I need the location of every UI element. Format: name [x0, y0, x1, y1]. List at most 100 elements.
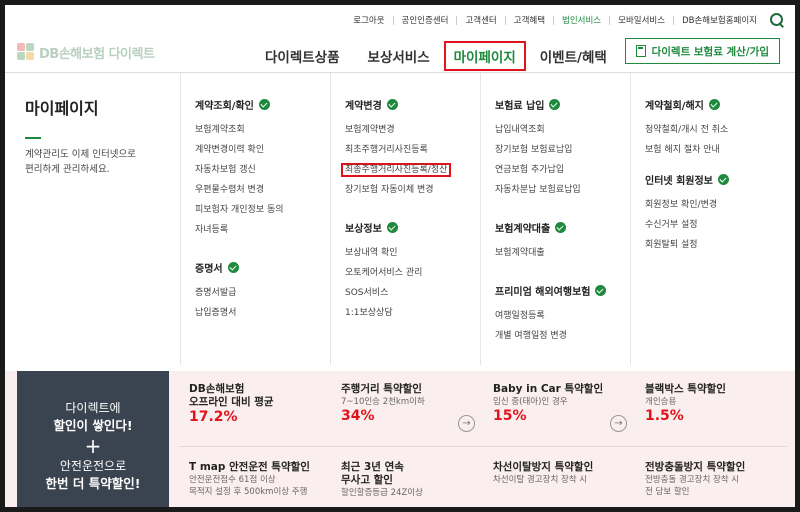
menu-column-2: 계약변경 보험계약변경 최초주행거리사진등록 최종주행거리사진등록/정산 장기보…	[330, 73, 480, 365]
discount-grid: DB손해보험 오프라인 대비 평균 17.2% 주행거리 특약할인 7~10인승…	[179, 371, 787, 507]
arrow-right-icon[interactable]: →	[610, 415, 627, 432]
discount-card[interactable]: DB손해보험 오프라인 대비 평균 17.2%	[179, 377, 329, 445]
divider	[456, 15, 458, 25]
menu-item[interactable]: 납입내역조회	[495, 120, 630, 140]
check-circle-icon	[717, 174, 729, 185]
group-title: 보험계약대출	[495, 224, 551, 235]
menu-item-final-mileage[interactable]: 최종주행거리사진등록/정산	[341, 160, 480, 180]
mypage-desc-2: 편리하게 관리하세요.	[25, 164, 110, 175]
menu-item[interactable]: 우편물수령처 변경	[195, 180, 330, 200]
db-homepage-link[interactable]: DB손해보험홈페이지	[676, 14, 763, 26]
nav-claims-service[interactable]: 보상서비스	[354, 46, 444, 66]
menu-item[interactable]: 회원정보 확인/변경	[645, 195, 790, 215]
menu-item[interactable]: 최초주행거리사진등록	[345, 140, 480, 160]
menu-item[interactable]: 청약철회/개시 전 취소	[645, 120, 790, 140]
discount-card[interactable]: 블랙박스 특약할인 개인승용 1.5%	[635, 377, 785, 445]
menu-item[interactable]: 여행일정등록	[495, 306, 630, 326]
calculator-icon	[635, 45, 646, 57]
grid-divider	[179, 446, 787, 447]
group-travel-insurance[interactable]: 프리미엄 해외여행보험	[495, 283, 630, 298]
menu-item[interactable]: 자동차분납 보험료납입	[495, 180, 630, 200]
discount-promo-banner: 다이렉트에 할인이 쌓인다! + 안전운전으로 한번 더 특약할인! DB손해보…	[5, 371, 795, 507]
discount-card[interactable]: 차선이탈방지 특약할인 차선이탈 경고장치 장착 시	[483, 455, 633, 507]
menu-item[interactable]: 오토케어서비스 관리	[345, 263, 480, 283]
card-title-2: 오프라인 대비 평균	[189, 396, 274, 408]
menu-item[interactable]: 수신거부 설정	[645, 215, 790, 235]
mypage-desc-1: 계약관리도 이제 인터넷으로	[25, 149, 136, 160]
menu-item[interactable]: 납입증명서	[195, 303, 330, 323]
menu-item[interactable]: 연금보험 추가납입	[495, 160, 630, 180]
menu-item-label: 최종주행거리사진등록/정산	[341, 163, 452, 177]
menu-item[interactable]: 자동차보험 갱신	[195, 160, 330, 180]
check-circle-icon	[549, 99, 561, 110]
group-title: 계약변경	[345, 101, 382, 112]
premium-calc-button[interactable]: 다이렉트 보험료 계산/가입	[624, 38, 780, 64]
search-icon[interactable]	[769, 12, 785, 28]
group-title: 증명서	[195, 264, 223, 275]
group-policy-loan[interactable]: 보험계약대출	[495, 220, 630, 235]
promo-line-2-text: 할인이 쌓인다!	[53, 418, 133, 433]
menu-item[interactable]: 회원탈퇴 설정	[645, 235, 790, 255]
menu-item[interactable]: SOS서비스	[345, 283, 480, 303]
mobile-service-link[interactable]: 모바일서비스	[612, 14, 671, 26]
group-member-info[interactable]: 인터넷 회원정보	[645, 172, 790, 187]
group-title: 계약철회/해지	[645, 101, 704, 112]
promo-line-2: 할인이 쌓인다!	[17, 417, 169, 435]
menu-item[interactable]: 장기보험 보험료납입	[495, 140, 630, 160]
discount-card[interactable]: Baby in Car 특약할인 임신 중(태아)인 경우 15% →	[483, 377, 633, 445]
logout-link[interactable]: 로그아웃	[347, 14, 390, 26]
logo[interactable]: DB손해보험 다이렉트	[17, 39, 167, 65]
title-underline	[25, 137, 41, 139]
discount-card[interactable]: 최근 3년 연속 무사고 할인 할인할증등급 24Z이상	[331, 455, 481, 507]
nav-events[interactable]: 이벤트/혜택	[526, 46, 621, 66]
menu-item[interactable]: 보험계약조회	[195, 120, 330, 140]
group-cancellation[interactable]: 계약철회/해지	[645, 97, 790, 112]
menu-item[interactable]: 개별 여행일정 변경	[495, 326, 630, 346]
promo-line-3: 안전운전으로	[59, 459, 127, 473]
divider	[609, 15, 611, 25]
arrow-right-icon[interactable]: →	[458, 415, 475, 432]
menu-item[interactable]: 자녀등록	[195, 220, 330, 240]
mypage-intro: 마이페이지 계약관리도 이제 인터넷으로 편리하게 관리하세요.	[25, 95, 175, 177]
menu-item[interactable]: 장기보험 자동이체 변경	[345, 180, 480, 200]
card-title: T map 안전운전 특약할인	[189, 461, 310, 473]
group-claims-info[interactable]: 보상정보	[345, 220, 480, 235]
menu-item[interactable]: 보상내역 확인	[345, 243, 480, 263]
card-sub: 7~10인승 2천km이하	[341, 397, 425, 407]
menu-item[interactable]: 보험계약대출	[495, 243, 630, 263]
group-contract-inquiry[interactable]: 계약조회/확인	[195, 97, 330, 112]
card-sub: 전방충돌 경고장치 장착 시	[645, 475, 740, 485]
menu-item[interactable]: 보험계약변경	[345, 120, 480, 140]
customer-center-link[interactable]: 고객센터	[459, 14, 502, 26]
menu-item[interactable]: 피보험자 개인정보 동의	[195, 200, 330, 220]
group-contract-change[interactable]: 계약변경	[345, 97, 480, 112]
menu-item[interactable]: 1:1보상상담	[345, 303, 480, 323]
browser-frame: 로그아웃 공인인증센터 고객센터 고객혜택 법인서비스 모바일서비스 DB손해보…	[5, 5, 795, 507]
card-title: 차선이탈방지 특약할인	[493, 461, 594, 473]
customer-benefit-link[interactable]: 고객혜택	[508, 14, 551, 26]
group-certificates[interactable]: 증명서	[195, 260, 330, 275]
card-sub-2: 목적지 설정 후 500km이상 주행	[189, 487, 308, 497]
card-percent: 17.2%	[189, 409, 238, 425]
check-circle-icon	[555, 222, 567, 233]
check-circle-icon	[227, 262, 239, 273]
card-sub: 안전운전점수 61점 이상	[189, 475, 276, 485]
divider	[392, 15, 394, 25]
mypage-mega-menu: 마이페이지 계약관리도 이제 인터넷으로 편리하게 관리하세요. 계약조회/확인…	[5, 73, 795, 371]
menu-item[interactable]: 계약변경이력 확인	[195, 140, 330, 160]
main-nav: 다이렉트상품 보상서비스 마이페이지 이벤트/혜택	[251, 41, 621, 71]
menu-item[interactable]: 보험 해지 절차 안내	[645, 140, 790, 160]
nav-direct-products[interactable]: 다이렉트상품	[251, 46, 354, 66]
discount-card[interactable]: T map 안전운전 특약할인 안전운전점수 61점 이상 목적지 설정 후 5…	[179, 455, 329, 507]
discount-card[interactable]: 주행거리 특약할인 7~10인승 2천km이하 34% →	[331, 377, 481, 445]
card-sub: 임신 중(태아)인 경우	[493, 397, 568, 407]
mypage-title: 마이페이지	[25, 99, 99, 118]
discount-card[interactable]: 전방충돌방지 특약할인 전방충돌 경고장치 장착 시 전 담보 할인	[635, 455, 785, 507]
nav-mypage[interactable]: 마이페이지	[443, 41, 526, 71]
certificate-center-link[interactable]: 공인인증센터	[396, 14, 455, 26]
group-premium-payment[interactable]: 보험료 납입	[495, 97, 630, 112]
menu-item[interactable]: 증명서발급	[195, 283, 330, 303]
check-circle-icon	[708, 99, 720, 110]
group-title: 프리미엄 해외여행보험	[495, 287, 591, 298]
corporate-service-link[interactable]: 법인서비스	[556, 14, 607, 26]
